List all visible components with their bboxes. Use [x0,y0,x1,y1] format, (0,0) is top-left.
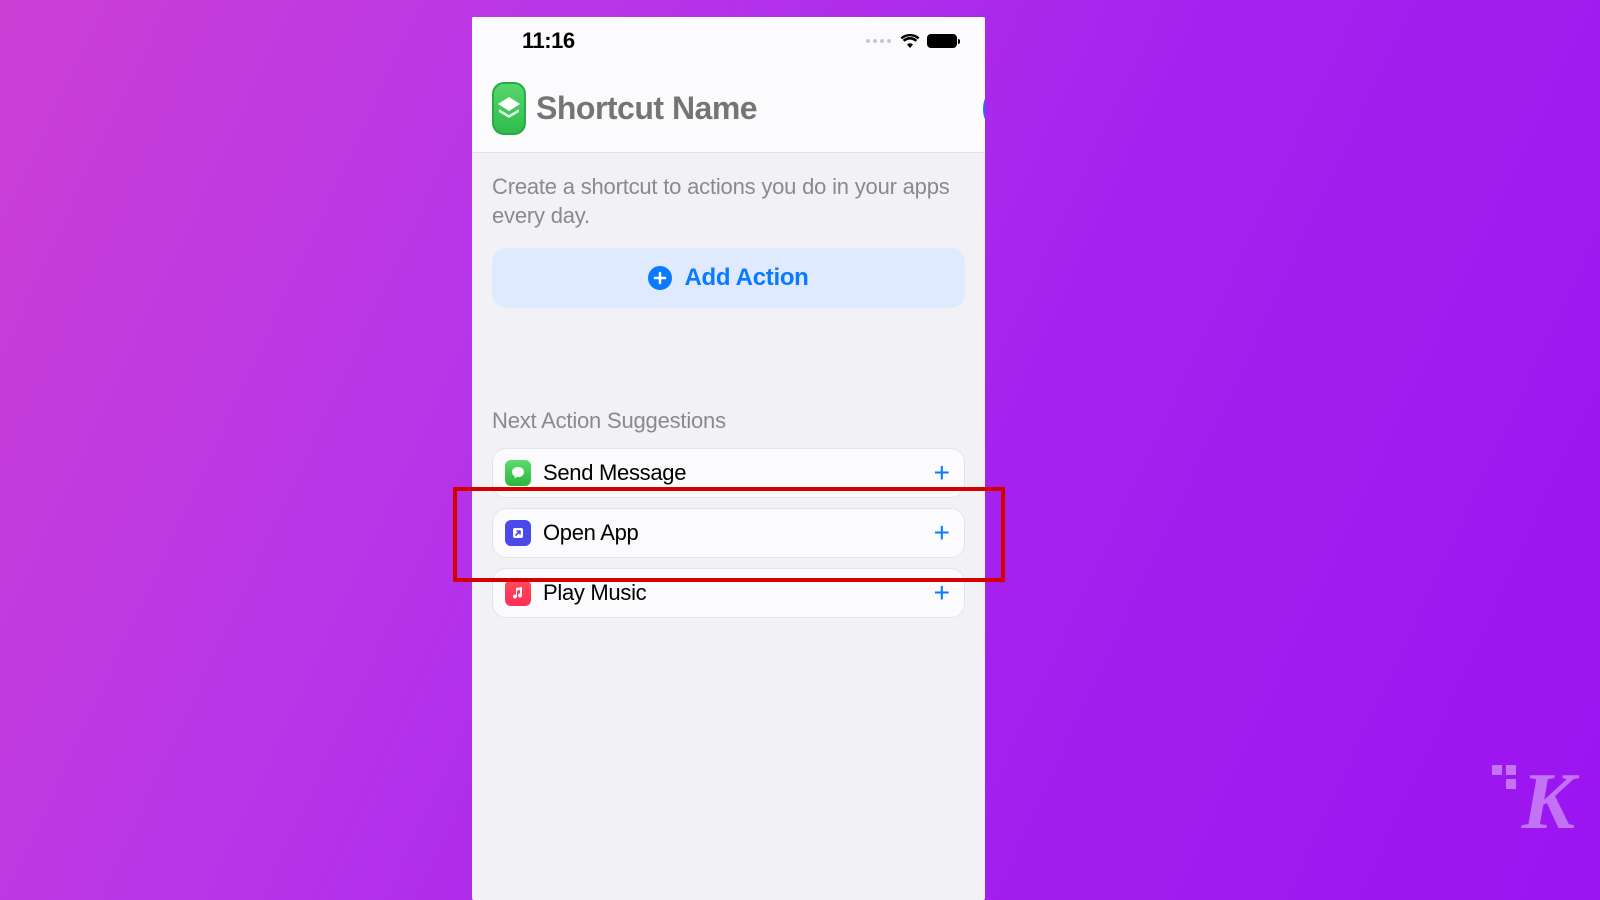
messages-icon [505,460,531,486]
plus-circle-icon [648,266,672,290]
suggestions-title: Next Action Suggestions [492,408,965,434]
editor-description: Create a shortcut to actions you do in y… [492,173,965,230]
suggestion-play-music[interactable]: Play Music + [492,568,965,618]
shortcut-name-input[interactable] [536,90,973,127]
suggestion-label: Open App [543,520,934,546]
status-indicators [866,34,957,49]
settings-button[interactable] [983,92,985,126]
watermark: K [1522,757,1570,848]
shortcut-app-icon[interactable] [492,82,526,135]
editor-header [472,65,985,153]
battery-icon [927,34,957,48]
add-action-label: Add Action [684,264,808,292]
suggestion-open-app[interactable]: Open App + [492,508,965,558]
status-time: 11:16 [522,28,575,54]
suggestion-label: Play Music [543,580,934,606]
suggestion-label: Send Message [543,460,934,486]
wifi-icon [900,34,920,49]
cell-dots-icon [866,39,891,43]
plus-icon: + [934,459,950,487]
add-action-button[interactable]: Add Action [492,248,965,308]
status-bar: 11:16 [472,17,985,65]
open-app-icon [505,520,531,546]
suggestions-section: Next Action Suggestions Send Message + O… [492,408,965,618]
phone-frame: 11:16 [472,17,985,900]
music-icon [505,580,531,606]
plus-icon: + [934,519,950,547]
editor-content: Create a shortcut to actions you do in y… [472,153,985,618]
suggestion-send-message[interactable]: Send Message + [492,448,965,498]
plus-icon: + [934,579,950,607]
